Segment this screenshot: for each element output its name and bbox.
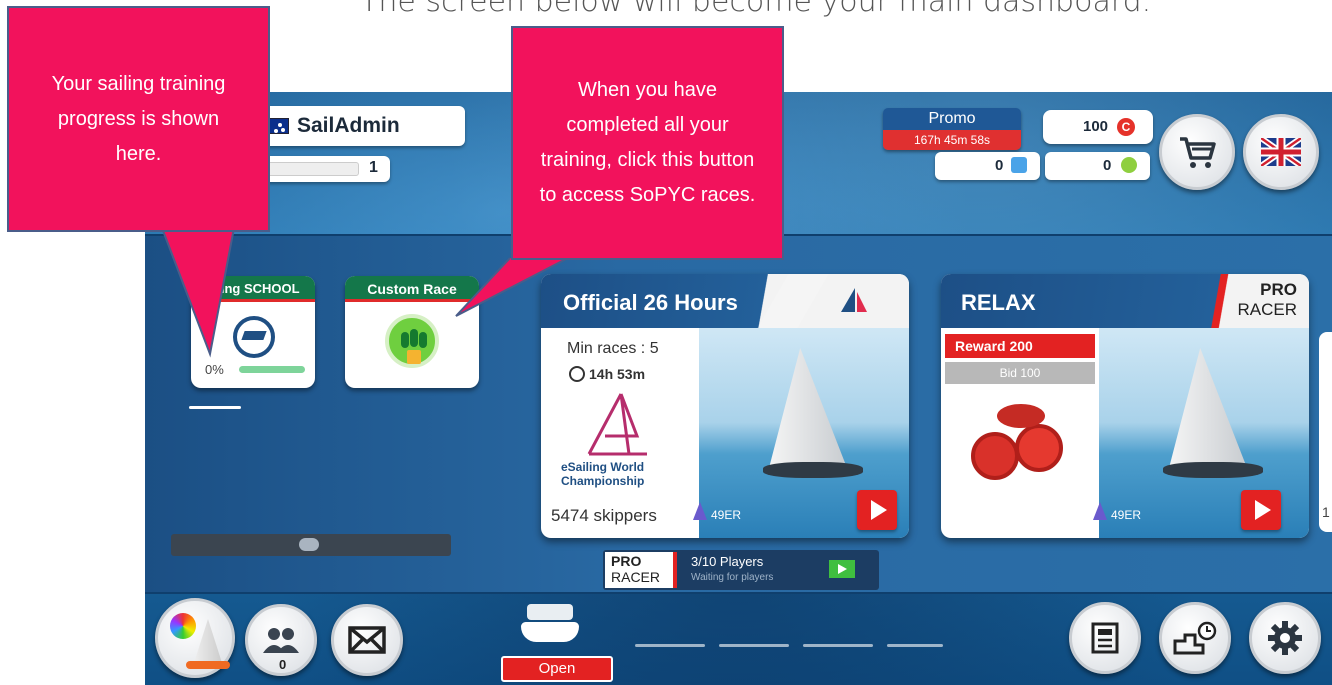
sailboat-logo-icon bbox=[841, 288, 867, 312]
sopyc-races-callout: When you have completed all your trainin… bbox=[511, 26, 784, 260]
newspaper-icon bbox=[1091, 622, 1119, 654]
friends-icon bbox=[263, 628, 299, 653]
promo-label: Promo bbox=[883, 108, 1021, 130]
lobby-play-button[interactable] bbox=[829, 560, 855, 578]
training-callout-pointer bbox=[161, 228, 235, 358]
promo-badge[interactable]: Promo 167h 45m 58s bbox=[883, 108, 1021, 150]
chat-icon bbox=[299, 538, 319, 551]
page-caption: The screen below will become your main d… bbox=[360, 0, 1152, 19]
race-time-label: 14h 53m bbox=[589, 366, 646, 382]
sailing-school-progress-track bbox=[239, 366, 305, 373]
relax-race-title: RELAX bbox=[961, 290, 1036, 315]
sopyc-callout-text: When you have completed all your trainin… bbox=[539, 79, 756, 206]
reward-label: Reward 200 bbox=[955, 338, 1033, 354]
voyage-waves-indicator bbox=[635, 640, 945, 654]
messages-button[interactable] bbox=[331, 604, 403, 676]
open-badge[interactable]: Open bbox=[501, 656, 613, 682]
uk-flag-icon bbox=[1261, 138, 1301, 166]
reward-badge: Reward 200 bbox=[945, 334, 1095, 358]
friends-count: 0 bbox=[279, 657, 287, 672]
official-race-stripe-icon bbox=[757, 274, 829, 328]
tokens-counter[interactable]: 0 bbox=[1045, 152, 1150, 180]
esailing-logo-icon bbox=[587, 393, 647, 456]
clock-icon bbox=[569, 366, 585, 382]
harbor-boat-icon[interactable] bbox=[521, 600, 579, 646]
esailing-logo-line2: Championship bbox=[561, 474, 645, 488]
official-race-play-button[interactable] bbox=[857, 490, 897, 530]
podium-clock-icon bbox=[1173, 621, 1217, 655]
settings-button[interactable] bbox=[1249, 602, 1321, 674]
cart-icon bbox=[1180, 137, 1216, 168]
sopyc-callout-pointer bbox=[455, 257, 569, 317]
players-status: Waiting for players bbox=[691, 572, 774, 583]
australia-flag-icon bbox=[267, 118, 289, 134]
official-race-card[interactable]: Official 26 Hours Min races : 5 14h 53m … bbox=[541, 274, 909, 538]
min-races-label: Min races : 5 bbox=[567, 340, 659, 357]
boat-class-label: 49ER bbox=[711, 508, 742, 522]
coin-icon: C bbox=[1117, 118, 1135, 136]
esailing-logo-line1: eSailing World bbox=[561, 460, 645, 474]
gems-counter[interactable]: 0 bbox=[935, 152, 1040, 180]
shop-cart-button[interactable] bbox=[1159, 114, 1235, 190]
next-race-partial-text: 1 bbox=[1322, 504, 1330, 520]
sailing-school-progress-text: 0% bbox=[205, 362, 224, 377]
pro-racer-badge-bottom: RACER bbox=[611, 569, 661, 585]
coin-stack-icon bbox=[961, 404, 1081, 484]
official-race-header: Official 26 Hours bbox=[541, 274, 909, 328]
pro-racer-badge-top: PRO bbox=[611, 553, 642, 569]
relax-race-card[interactable]: RELAX PRO RACER Reward 200 Bid 100 49ER bbox=[941, 274, 1309, 538]
news-button[interactable] bbox=[1069, 602, 1141, 674]
relax-boat-class-label: 49ER bbox=[1111, 508, 1142, 522]
relax-race-header: RELAX PRO RACER bbox=[941, 274, 1309, 328]
pro-racer-badge: PRO RACER bbox=[605, 552, 677, 588]
training-callout-text: Your sailing training progress is shown … bbox=[51, 72, 226, 165]
group-race-icon bbox=[385, 314, 439, 368]
relax-pro-bottom: RACER bbox=[1237, 300, 1297, 319]
training-progress-callout: Your sailing training progress is shown … bbox=[7, 6, 270, 232]
username-label: SailAdmin bbox=[297, 114, 400, 137]
coins-value: 100 bbox=[1083, 118, 1109, 135]
relax-pro-top: PRO bbox=[1260, 280, 1297, 299]
promo-timer: 167h 45m 58s bbox=[883, 130, 1021, 150]
friends-button[interactable]: 0 bbox=[245, 604, 317, 676]
level-progress-track bbox=[261, 162, 359, 176]
gem-icon bbox=[1011, 157, 1027, 173]
relax-race-play-button[interactable] bbox=[1241, 490, 1281, 530]
official-race-title: Official 26 Hours bbox=[563, 290, 738, 315]
level-value: 1 bbox=[369, 159, 378, 176]
bid-label: Bid 100 bbox=[999, 366, 1041, 380]
next-race-card-peek[interactable]: 1 bbox=[1319, 332, 1332, 532]
boat-customize-button[interactable] bbox=[155, 598, 235, 678]
bid-badge: Bid 100 bbox=[945, 362, 1095, 384]
level-bar: 1 bbox=[255, 156, 390, 182]
language-button[interactable] bbox=[1243, 114, 1319, 190]
open-label: Open bbox=[538, 660, 576, 677]
tokens-value: 0 bbox=[1103, 157, 1112, 174]
leaderboard-button[interactable] bbox=[1159, 602, 1231, 674]
gear-icon bbox=[1268, 621, 1302, 655]
profile-name-plate[interactable]: SailAdmin bbox=[255, 106, 465, 146]
boat-icon bbox=[194, 619, 222, 663]
coins-counter[interactable]: 100 C bbox=[1043, 110, 1153, 144]
chat-bar[interactable] bbox=[171, 534, 451, 556]
pro-racer-lobby-bar[interactable]: PRO RACER 3/10 Players Waiting for playe… bbox=[603, 550, 879, 590]
mail-icon bbox=[348, 626, 386, 654]
players-count: 3/10 Players bbox=[691, 554, 764, 569]
carousel-indicator bbox=[189, 406, 241, 409]
skippers-count: 5474 skippers bbox=[551, 506, 657, 525]
color-wheel-icon bbox=[170, 613, 196, 639]
gems-value: 0 bbox=[995, 157, 1004, 174]
token-icon bbox=[1121, 157, 1137, 173]
